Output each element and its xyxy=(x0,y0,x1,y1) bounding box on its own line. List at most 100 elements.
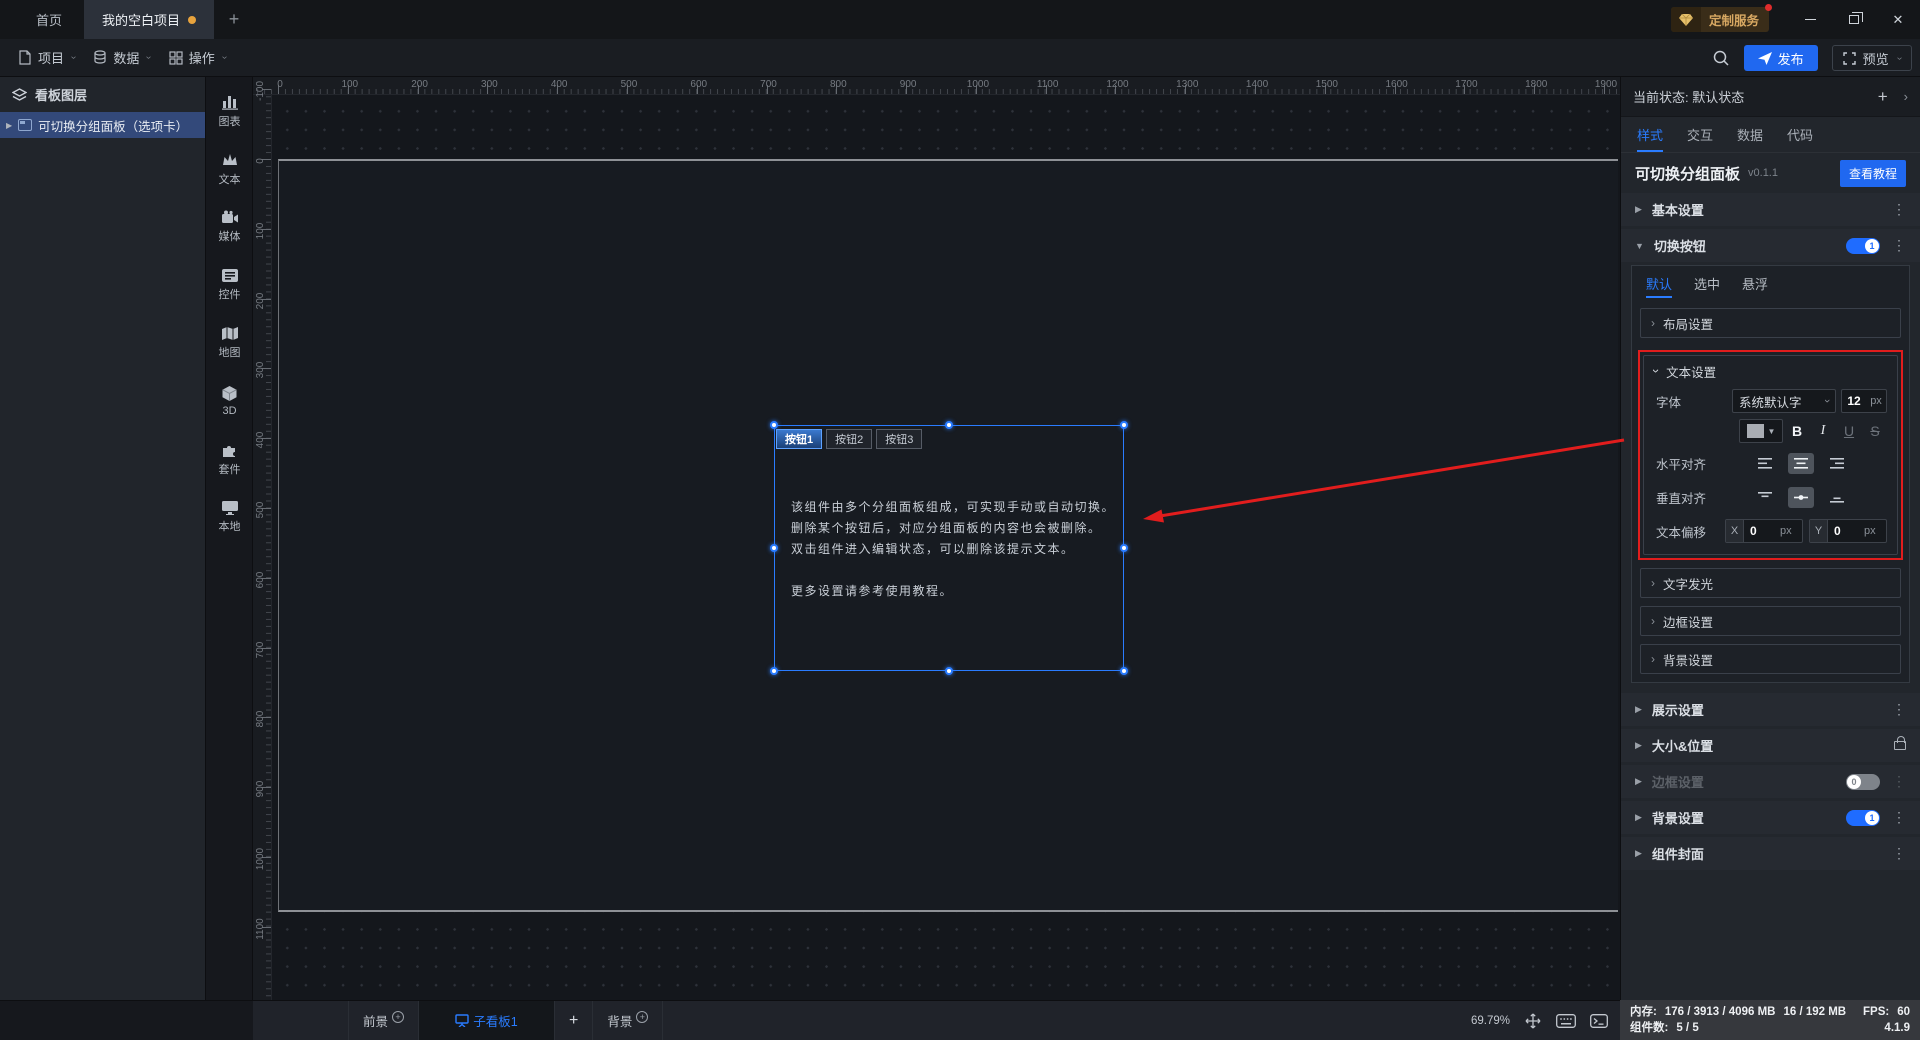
tool-3d[interactable]: 3D xyxy=(206,375,253,427)
section-display-settings[interactable]: ▶ 展示设置 ⋮ xyxy=(1621,693,1920,726)
tool-text[interactable]: 文本 xyxy=(206,143,253,195)
resize-handle-ne[interactable] xyxy=(1120,421,1128,429)
text-settings-header[interactable]: › 文本设置 xyxy=(1644,356,1897,386)
resize-handle-sw[interactable] xyxy=(770,667,778,675)
tab-panel-component[interactable]: 按钮1 按钮2 按钮3 该组件由多个分组面板组成，可实现手动或自动切换。 删除某… xyxy=(770,421,1128,675)
add-subboard-button[interactable]: + xyxy=(555,1001,594,1040)
state-tab-hover[interactable]: 悬浮 xyxy=(1742,266,1768,300)
menu-project[interactable]: 项目 › xyxy=(18,48,79,67)
foreground-tab[interactable]: 前景 + xyxy=(349,1001,420,1040)
font-color-picker[interactable]: ▼ xyxy=(1739,419,1783,443)
bold-button[interactable]: B xyxy=(1785,423,1809,439)
state-tab-selected[interactable]: 选中 xyxy=(1694,266,1720,300)
tutorial-button[interactable]: 查看教程 xyxy=(1839,159,1906,187)
tab-interaction[interactable]: 交互 xyxy=(1687,117,1713,152)
add-state-button[interactable]: + xyxy=(1878,87,1888,107)
section-basic-settings[interactable]: ▶ 基本设置 ⋮ xyxy=(1621,193,1920,226)
expand-caret-icon[interactable]: ▶ xyxy=(6,121,12,130)
resize-handle-se[interactable] xyxy=(1120,667,1128,675)
tab-data[interactable]: 数据 xyxy=(1737,117,1763,152)
layer-item-tab-panel[interactable]: ▶ 可切换分组面板（选项卡） xyxy=(0,112,205,138)
resize-handle-s[interactable] xyxy=(945,667,953,675)
tool-charts[interactable]: 图表 xyxy=(206,85,253,137)
font-size-input[interactable]: 12 px xyxy=(1841,389,1887,413)
tool-media[interactable]: 媒体 xyxy=(206,201,253,253)
tool-local[interactable]: 本地 xyxy=(206,491,253,543)
lock-icon[interactable] xyxy=(1894,736,1906,750)
kebab-menu-icon[interactable]: ⋮ xyxy=(1892,201,1906,218)
chevron-right-icon[interactable]: › xyxy=(1904,89,1908,104)
resize-handle-n[interactable] xyxy=(945,421,953,429)
resize-handle-nw[interactable] xyxy=(770,421,778,429)
caret-right-icon: ▶ xyxy=(1635,848,1642,858)
kebab-menu-icon[interactable]: ⋮ xyxy=(1892,845,1906,862)
kebab-menu-icon[interactable]: ⋮ xyxy=(1892,809,1906,826)
align-right-button[interactable] xyxy=(1824,453,1850,474)
kebab-menu-icon[interactable]: ⋮ xyxy=(1892,701,1906,718)
add-background-icon[interactable]: + xyxy=(636,1010,649,1023)
align-top-button[interactable] xyxy=(1752,487,1778,508)
align-bottom-button[interactable] xyxy=(1824,487,1850,508)
section-size-position[interactable]: ▶ 大小&位置 xyxy=(1621,729,1920,762)
terminal-icon[interactable] xyxy=(1590,1013,1608,1028)
add-foreground-icon[interactable]: + xyxy=(392,1010,405,1023)
align-center-button[interactable] xyxy=(1788,452,1815,474)
minimize-button[interactable] xyxy=(1788,0,1832,39)
section-switch-buttons[interactable]: ▼ 切换按钮 1 ⋮ xyxy=(1621,229,1920,262)
resize-handle-w[interactable] xyxy=(770,544,778,552)
border-settings-toggle[interactable]: 0 xyxy=(1846,773,1880,790)
subboard-tab[interactable]: 子看板1 xyxy=(419,1001,556,1040)
fit-screen-icon[interactable] xyxy=(1524,1013,1542,1029)
subsection-layout-settings[interactable]: › 布局设置 xyxy=(1640,308,1901,338)
underline-button[interactable]: U xyxy=(1837,423,1861,439)
close-button[interactable]: ✕ xyxy=(1876,0,1920,39)
new-tab-button[interactable]: + xyxy=(214,0,254,39)
tool-map[interactable]: 地图 xyxy=(206,317,253,369)
section-background-settings[interactable]: ▶ 背景设置 1 ⋮ xyxy=(1621,801,1920,834)
tab-code[interactable]: 代码 xyxy=(1787,117,1813,152)
puzzle-icon xyxy=(223,445,235,457)
background-tab[interactable]: 背景 + xyxy=(593,1001,664,1040)
state-tab-default[interactable]: 默认 xyxy=(1646,266,1673,300)
tab-button-2[interactable]: 按钮2 xyxy=(826,429,873,449)
menu-operations[interactable]: 操作 › xyxy=(169,48,230,67)
caret-right-icon: ▶ xyxy=(1635,776,1642,786)
strikethrough-button[interactable]: S xyxy=(1863,423,1887,439)
italic-button[interactable]: I xyxy=(1811,423,1835,439)
preview-button[interactable]: 预览 › xyxy=(1831,45,1912,71)
restore-button[interactable] xyxy=(1832,0,1876,39)
publish-button[interactable]: 发布 xyxy=(1743,45,1818,71)
component-version: v0.1.1 xyxy=(1748,167,1778,179)
section-border-settings[interactable]: ▶ 边框设置 0 ⋮ xyxy=(1621,765,1920,798)
tab-button-1[interactable]: 按钮1 xyxy=(776,429,823,449)
subsection-text-glow[interactable]: › 文字发光 xyxy=(1640,568,1901,598)
tab-home[interactable]: 首页 xyxy=(14,0,84,39)
resize-handle-e[interactable] xyxy=(1120,544,1128,552)
keyboard-icon[interactable] xyxy=(1556,1013,1576,1028)
tool-widgets[interactable]: 控件 xyxy=(206,259,253,311)
align-middle-button[interactable] xyxy=(1788,486,1815,508)
align-left-button[interactable] xyxy=(1752,453,1778,474)
zoom-percentage[interactable]: 69.79% xyxy=(1471,1015,1510,1027)
tab-style[interactable]: 样式 xyxy=(1637,117,1664,152)
kebab-menu-icon[interactable]: ⋮ xyxy=(1892,773,1906,790)
font-family-select[interactable]: 系统默认字 › xyxy=(1732,389,1836,413)
tool-kits[interactable]: 套件 xyxy=(206,433,253,485)
chevron-down-icon[interactable]: › xyxy=(1894,56,1905,59)
tab-project[interactable]: 我的空白项目 xyxy=(84,0,214,39)
subsection-background-settings[interactable]: › 背景设置 xyxy=(1640,644,1901,674)
custom-service-button[interactable]: 定制服务 xyxy=(1671,4,1773,32)
tab-button-3[interactable]: 按钮3 xyxy=(876,429,923,449)
switch-buttons-toggle[interactable]: 1 xyxy=(1846,237,1880,254)
search-icon[interactable] xyxy=(1712,49,1730,67)
kebab-menu-icon[interactable]: ⋮ xyxy=(1892,237,1906,254)
offset-y-input[interactable]: Y 0 px xyxy=(1809,519,1887,543)
subsection-text-settings: › 文本设置 字体 系统默认字 › 12 px ▼ B I U S 水平对齐 垂… xyxy=(1643,355,1898,555)
app-window: 首页 我的空白项目 + 定制服务 ✕ 项目 › 数据 › 操作 › 发布 预览 … xyxy=(0,0,1920,1040)
offset-x-input[interactable]: X 0 px xyxy=(1725,519,1803,543)
section-component-cover[interactable]: ▶ 组件封面 ⋮ xyxy=(1621,837,1920,870)
subsection-border-settings[interactable]: › 边框设置 xyxy=(1640,606,1901,636)
menu-data[interactable]: 数据 › xyxy=(93,48,155,67)
chevron-right-icon: › xyxy=(1651,316,1655,330)
background-settings-toggle[interactable]: 1 xyxy=(1846,809,1880,826)
